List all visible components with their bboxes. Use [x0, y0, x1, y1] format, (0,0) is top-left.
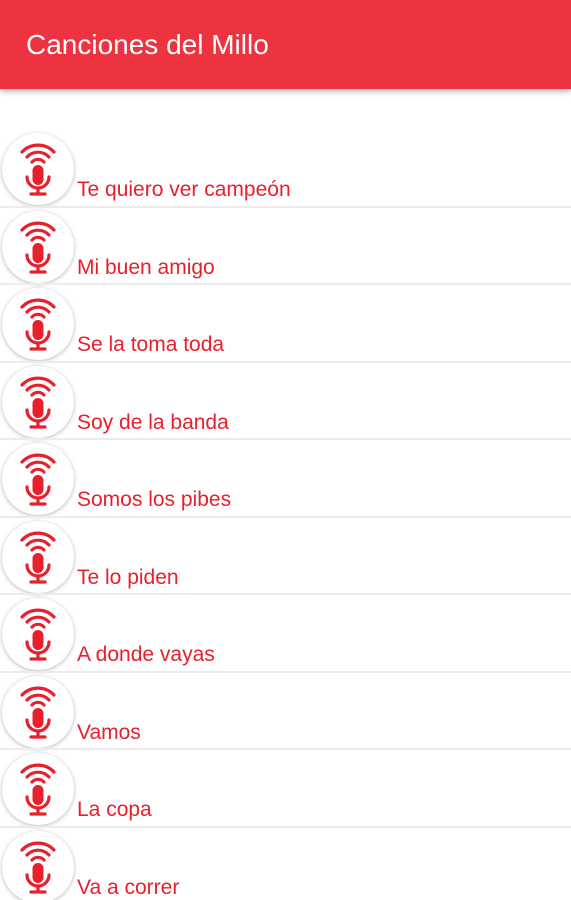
app-screen: Canciones del Millo Te quiero ver campeó… — [0, 0, 571, 900]
song-title: Te lo piden — [77, 565, 179, 589]
song-list-item[interactable]: Te lo piden — [0, 518, 571, 596]
song-title: Somos los pibes — [77, 488, 232, 511]
microphone-icon — [2, 598, 74, 670]
song-title: Soy de la banda — [77, 410, 229, 434]
song-title: Se la toma toda — [77, 333, 225, 356]
song-title: Te quiero ver campeón — [77, 178, 291, 201]
song-title: Mi buen amigo — [77, 255, 215, 279]
song-title: Va a correr — [77, 875, 180, 899]
microphone-icon — [2, 830, 74, 900]
song-list-item[interactable]: Va a correr — [0, 828, 571, 900]
song-list-item[interactable]: Somos los pibes — [0, 440, 571, 518]
microphone-icon — [2, 675, 74, 748]
microphone-icon — [2, 210, 74, 283]
song-list: Te quiero ver campeón Mi buen amigo Se l… — [0, 130, 571, 900]
microphone-icon — [2, 133, 74, 205]
song-list-item[interactable]: Soy de la banda — [0, 363, 571, 441]
microphone-icon — [2, 753, 74, 825]
song-list-item[interactable]: Se la toma toda — [0, 285, 571, 363]
song-list-item[interactable]: Te quiero ver campeón — [0, 130, 571, 208]
microphone-icon — [2, 520, 74, 593]
microphone-icon — [2, 288, 74, 360]
song-list-item[interactable]: La copa — [0, 750, 571, 828]
song-title: La copa — [77, 798, 152, 821]
song-title: A donde vayas — [77, 643, 215, 666]
microphone-icon — [2, 365, 74, 438]
app-bar: Canciones del Millo — [0, 0, 571, 89]
microphone-icon — [2, 443, 74, 515]
song-list-item[interactable]: Vamos — [0, 673, 571, 751]
app-title: Canciones del Millo — [26, 29, 269, 60]
song-list-item[interactable]: Mi buen amigo — [0, 208, 571, 286]
song-title: Vamos — [77, 720, 141, 744]
song-list-item[interactable]: A donde vayas — [0, 595, 571, 673]
